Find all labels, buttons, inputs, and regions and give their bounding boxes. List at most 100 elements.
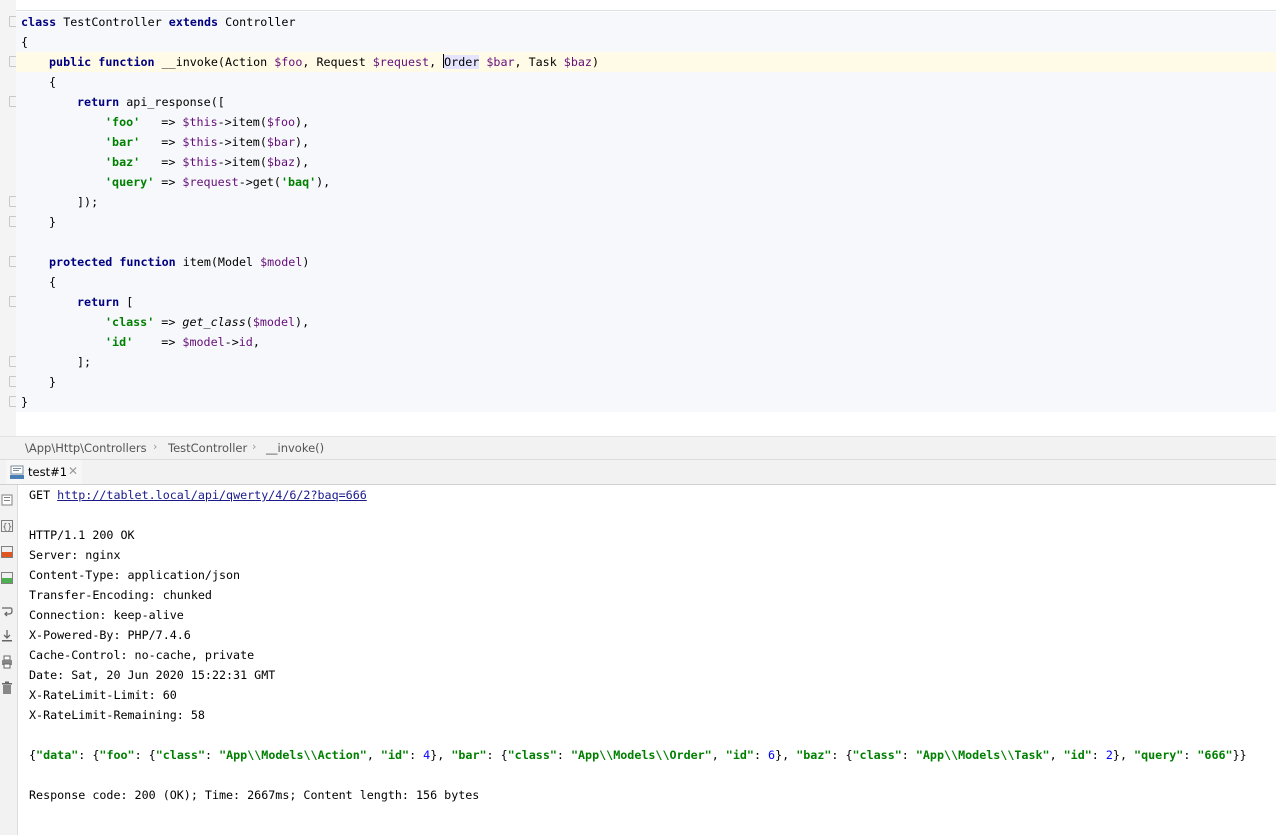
json-string: "App\\Models\\Task" <box>915 748 1050 762</box>
code-line[interactable]: ]); <box>16 192 1276 212</box>
breadcrumb-item-namespace[interactable]: \App\Http\Controllers <box>25 441 147 455</box>
tab-label: test#1 <box>28 465 68 479</box>
tab-test-1[interactable]: test#1 ✕ <box>6 460 82 484</box>
code-line[interactable]: { <box>16 32 1276 52</box>
response-header: Cache-Control: no-cache, private <box>29 648 255 662</box>
punct: => <box>140 115 183 129</box>
response-summary: Response code: 200 (OK); Time: 2667ms; C… <box>29 788 480 802</box>
scroll-to-end-icon[interactable] <box>1 629 13 643</box>
keyword: public <box>49 55 92 69</box>
brace: } <box>21 395 29 409</box>
function-call: api_response([ <box>119 95 225 109</box>
breadcrumb: \App\Http\Controllers › TestController ›… <box>0 436 1276 460</box>
code-line-current[interactable]: public function __invoke(Action $foo, Re… <box>16 52 1276 72</box>
json-key: "id" <box>380 748 410 762</box>
punct: ), <box>316 175 331 189</box>
code-line[interactable]: 'class' => get_class($model), <box>16 312 1276 332</box>
json-punct: , <box>711 748 726 762</box>
code-line[interactable]: return api_response([ <box>16 92 1276 112</box>
code-area[interactable]: class TestController extends Controller … <box>16 12 1276 412</box>
punct: ), <box>295 315 310 329</box>
editor-top-border <box>0 10 1276 11</box>
keyword: function <box>119 255 176 269</box>
code-line[interactable]: 'query' => $request->get('baq'), <box>16 172 1276 192</box>
breadcrumb-item-class[interactable]: TestController <box>168 441 247 455</box>
html-preview-icon[interactable] <box>1 545 13 559</box>
compare-icon[interactable] <box>1 571 13 585</box>
function-call: get_class <box>182 315 246 329</box>
json-key: "class" <box>507 748 557 762</box>
punct: ) <box>302 255 310 269</box>
json-key: "baz" <box>796 748 832 762</box>
json-string: "666" <box>1197 748 1233 762</box>
array-key: 'bar' <box>105 135 141 149</box>
code-line[interactable]: { <box>16 272 1276 292</box>
code-line[interactable]: { <box>16 72 1276 92</box>
json-punct: : <box>556 748 571 762</box>
code-line[interactable]: ]; <box>16 352 1276 372</box>
variable: $foo <box>266 115 296 129</box>
json-punct: : <box>1091 748 1106 762</box>
response-header: Content-Type: application/json <box>29 568 241 582</box>
method-call: ->item( <box>217 155 267 169</box>
parent-class: Controller <box>225 15 296 29</box>
json-number: 2 <box>1105 748 1113 762</box>
code-line-text: 'foo' => $this->item($foo), <box>105 112 309 132</box>
view-headers-icon[interactable] <box>1 493 13 507</box>
code-line[interactable]: class TestController extends Controller <box>16 12 1276 32</box>
trash-icon[interactable] <box>1 681 13 695</box>
close-icon[interactable]: ✕ <box>68 464 78 478</box>
json-key: "id" <box>1063 748 1092 762</box>
code-line[interactable]: 'foo' => $this->item($foo), <box>16 112 1276 132</box>
code-line-empty[interactable] <box>16 232 1276 252</box>
json-key: "data" <box>36 748 79 762</box>
punct: ( <box>245 315 253 329</box>
param-type: Task <box>528 55 564 69</box>
json-punct: : <box>204 748 220 762</box>
response-header: X-Powered-By: PHP/7.4.6 <box>29 628 191 642</box>
property: id <box>238 335 253 349</box>
code-line[interactable]: 'bar' => $this->item($bar), <box>16 132 1276 152</box>
code-line[interactable]: return [ <box>16 292 1276 312</box>
method-call: ->item( <box>217 135 267 149</box>
punct: ), <box>295 115 310 129</box>
param-type: Request <box>316 55 373 69</box>
variable: $request <box>182 175 239 189</box>
json-punct: }, <box>430 748 452 762</box>
code-line[interactable]: 'id' => $model->id, <box>16 332 1276 352</box>
code-line-text: 'query' => $request->get('baq'), <box>105 172 330 192</box>
code-line[interactable]: } <box>16 392 1276 412</box>
editor-gutter[interactable] <box>0 0 19 436</box>
code-line[interactable]: } <box>16 212 1276 232</box>
request-line: GET http://tablet.local/api/qwerty/4/6/2… <box>29 485 367 505</box>
json-key: "class" <box>155 748 205 762</box>
json-string: "App\\Models\\Action" <box>219 748 367 762</box>
json-key: "class" <box>852 748 902 762</box>
variable: $bar <box>266 135 296 149</box>
code-editor[interactable]: class TestController extends Controller … <box>0 0 1276 436</box>
response-header: Transfer-Encoding: chunked <box>29 588 212 602</box>
code-line-text: 'bar' => $this->item($bar), <box>105 132 309 152</box>
code-line[interactable]: protected function item(Model $model) <box>16 252 1276 272</box>
param-var: $request <box>372 55 430 69</box>
array-key: 'class' <box>105 315 155 329</box>
punct: => <box>154 315 183 329</box>
breadcrumb-item-method[interactable]: __invoke() <box>266 441 324 455</box>
output-toolbar: {} <box>0 485 18 835</box>
code-line[interactable]: 'baz' => $this->item($baz), <box>16 152 1276 172</box>
class-name: TestController <box>63 15 162 29</box>
response-output[interactable]: GET http://tablet.local/api/qwerty/4/6/2… <box>18 485 1276 835</box>
json-icon[interactable]: {} <box>1 519 13 533</box>
response-header: Date: Sat, 20 Jun 2020 15:22:31 GMT <box>29 668 276 682</box>
request-url-link[interactable]: http://tablet.local/api/qwerty/4/6/2?baq… <box>57 488 367 502</box>
soft-wrap-icon[interactable] <box>1 605 13 619</box>
code-line[interactable]: } <box>16 372 1276 392</box>
method-name: item(Model <box>175 255 261 269</box>
variable: $this <box>182 155 218 169</box>
brace: { <box>49 75 57 89</box>
keyword: protected <box>49 255 113 269</box>
print-icon[interactable] <box>1 655 13 669</box>
chevron-right-icon: › <box>153 440 158 453</box>
response-body-json: {"data": {"foo": {"class": "App\\Models\… <box>29 745 1247 765</box>
keyword: extends <box>168 15 219 29</box>
